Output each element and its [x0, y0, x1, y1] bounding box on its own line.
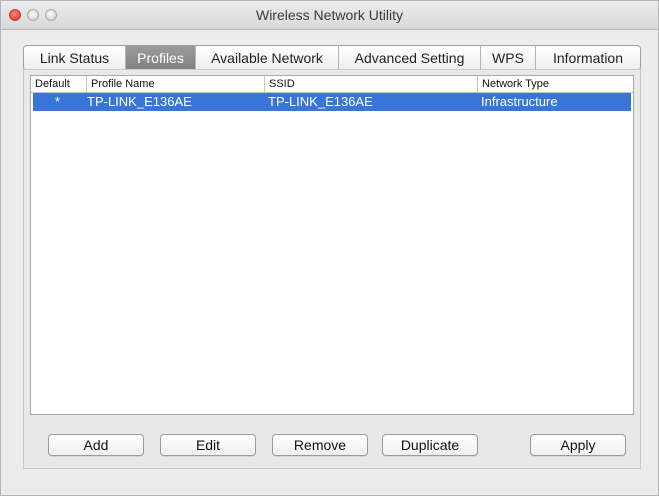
title-bar[interactable]: Wireless Network Utility [1, 1, 658, 30]
column-header-profile-name[interactable]: Profile Name [86, 76, 264, 92]
tab-wps[interactable]: WPS [481, 46, 536, 70]
app-window: Wireless Network Utility Link Status Pro… [0, 0, 659, 496]
column-header-ssid[interactable]: SSID [264, 76, 477, 92]
profiles-panel: Default Profile Name SSID Network Type *… [23, 69, 641, 469]
cell-profile-name: TP-LINK_E136AE [87, 94, 192, 109]
tab-information[interactable]: Information [536, 46, 640, 70]
tab-advanced-setting[interactable]: Advanced Setting [339, 46, 481, 70]
table-row[interactable]: * TP-LINK_E136AE TP-LINK_E136AE Infrastr… [33, 93, 631, 111]
cell-ssid: TP-LINK_E136AE [268, 94, 373, 109]
apply-button[interactable]: Apply [530, 434, 626, 456]
duplicate-button[interactable]: Duplicate [382, 434, 478, 456]
add-button[interactable]: Add [48, 434, 144, 456]
cell-default: * [55, 94, 61, 109]
edit-button[interactable]: Edit [160, 434, 256, 456]
remove-button[interactable]: Remove [272, 434, 368, 456]
tab-link-status[interactable]: Link Status [24, 46, 126, 70]
tab-available-network[interactable]: Available Network [196, 46, 339, 70]
profiles-table: Default Profile Name SSID Network Type *… [30, 75, 634, 415]
column-header-default[interactable]: Default [31, 76, 86, 92]
window-title: Wireless Network Utility [255, 7, 403, 23]
column-header-network-type[interactable]: Network Type [477, 76, 633, 92]
tab-profiles[interactable]: Profiles [126, 46, 196, 70]
table-header: Default Profile Name SSID Network Type [31, 76, 633, 93]
tab-bar: Link Status Profiles Available Network A… [23, 45, 641, 71]
cell-network-type: Infrastructure [481, 94, 558, 109]
